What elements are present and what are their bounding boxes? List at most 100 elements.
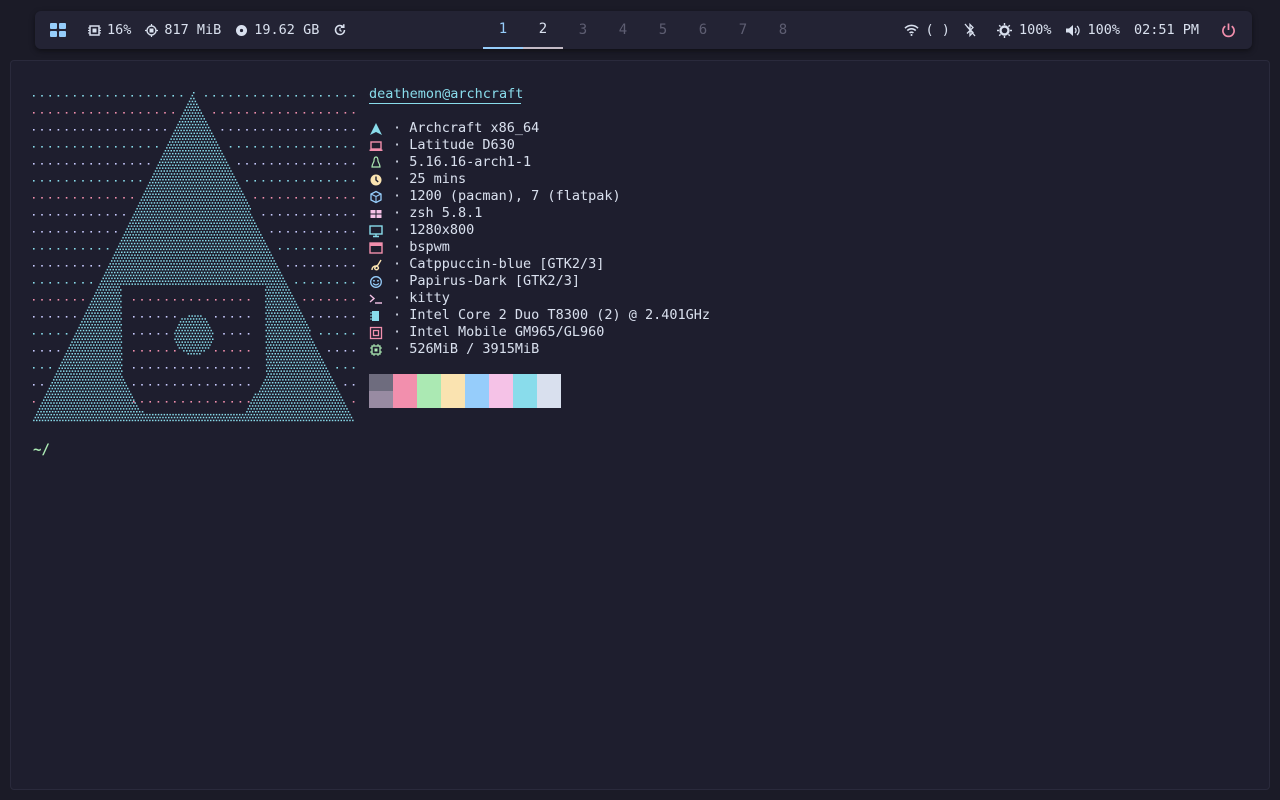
workspace-7[interactable]: 7 [723,11,763,49]
ascii-dot [341,399,344,401]
network-module[interactable]: ( ) [903,22,950,38]
shell-prompt[interactable]: ~/ [33,442,50,458]
ascii-dot [233,210,236,213]
ascii-dot [170,138,172,140]
arch-logo-icon [369,120,383,137]
workspace-1[interactable]: 1 [483,11,523,49]
ascii-dot [323,364,326,367]
app-launcher-button[interactable] [50,23,66,37]
ascii-dot [199,416,202,419]
ascii-dot [330,387,332,390]
ascii-dot [72,411,74,413]
ascii-dot [87,361,89,364]
ascii-dot [104,350,107,352]
ascii-dot [187,263,190,265]
ascii-dot [344,197,347,199]
ascii-dot [245,210,247,213]
ascii-dot [302,419,305,422]
workspace-5[interactable]: 5 [643,11,683,49]
ascii-dot [175,193,177,195]
ascii-dot [292,315,295,317]
ascii-dot [57,95,60,97]
ascii-dot [190,97,192,100]
ascii-dot [125,384,127,387]
ascii-dot [73,355,75,358]
ascii-dot [98,309,100,311]
ascii-dot [251,228,253,230]
ascii-dot [192,324,195,326]
ascii-dot [166,147,168,149]
memory-module[interactable]: 817 MiB [145,22,221,38]
ascii-dot [191,208,193,210]
ascii-dot [209,332,211,335]
ascii-dot [81,350,84,352]
power-button[interactable] [1221,23,1236,38]
ascii-dot [182,268,184,271]
ascii-dot [207,341,210,343]
ascii-dot [163,419,166,422]
ascii-dot [88,408,90,410]
info-value: 1200 (pacman), 7 (flatpak) [409,188,621,204]
ascii-dot [265,353,268,355]
ascii-dot [344,231,347,233]
disk-module[interactable]: 19.62 GB [235,22,319,38]
ascii-dot [146,413,148,416]
info-row: · zsh 5.8.1 [369,205,710,222]
volume-module[interactable]: 100% [1065,22,1120,38]
ascii-dot [53,408,55,410]
ascii-dot [225,257,227,259]
ascii-dot [280,387,283,390]
ascii-dot [202,234,204,236]
terminal-window[interactable]: deathemon@archcraft · Archcraft x86_64 · … [10,60,1270,790]
ascii-dot [294,408,296,410]
ascii-dot [75,338,78,340]
ascii-dot [201,283,203,285]
workspace-2[interactable]: 2 [523,11,563,49]
brightness-module[interactable]: 100% [996,22,1051,38]
ascii-dot [173,167,176,169]
ascii-dot [328,333,330,335]
workspace-3[interactable]: 3 [563,11,603,49]
ascii-dot [265,245,268,248]
ascii-dot [83,358,85,361]
ascii-dot [267,350,269,352]
workspace-4[interactable]: 4 [603,11,643,49]
ascii-dot [161,205,163,207]
ascii-dot [89,399,91,401]
ascii-dot [206,401,209,403]
ascii-dot [106,358,108,361]
ascii-dot [115,274,117,277]
cpu-module[interactable]: 16% [88,22,131,38]
ascii-dot [225,280,228,282]
ascii-dot [188,213,191,216]
ascii-dot [207,210,209,213]
ascii-dot [95,382,97,384]
info-row: · Intel Core 2 Duo T8300 (2) @ 2.401GHz [369,307,710,324]
clock-module[interactable]: 02:51 PM [1134,22,1199,38]
ascii-dot [174,213,176,216]
ascii-dot [275,332,278,335]
ascii-dot [141,384,143,386]
ascii-dot [188,332,191,335]
ascii-dot [279,231,281,233]
bluetooth-module[interactable] [964,23,983,37]
ascii-dot [169,181,171,184]
refresh-module[interactable] [333,23,353,37]
info-separator: · [393,307,410,323]
ascii-dot [155,199,157,201]
ascii-dot [95,303,97,306]
ascii-dot [141,333,143,335]
workspace-8[interactable]: 8 [763,11,803,49]
ascii-dot [123,197,125,199]
ascii-dot [209,152,212,155]
workspace-6[interactable]: 6 [683,11,723,49]
ascii-dot [192,147,194,149]
ascii-dot [53,396,55,398]
bar-left-modules: 16% 817 MiB 19.62 GB [50,11,367,49]
ascii-dot [214,225,217,227]
ascii-dot [240,196,243,198]
ascii-dot [211,416,213,419]
ascii-dot [231,173,234,175]
ascii-dot [266,263,268,265]
ascii-dot [285,390,287,393]
